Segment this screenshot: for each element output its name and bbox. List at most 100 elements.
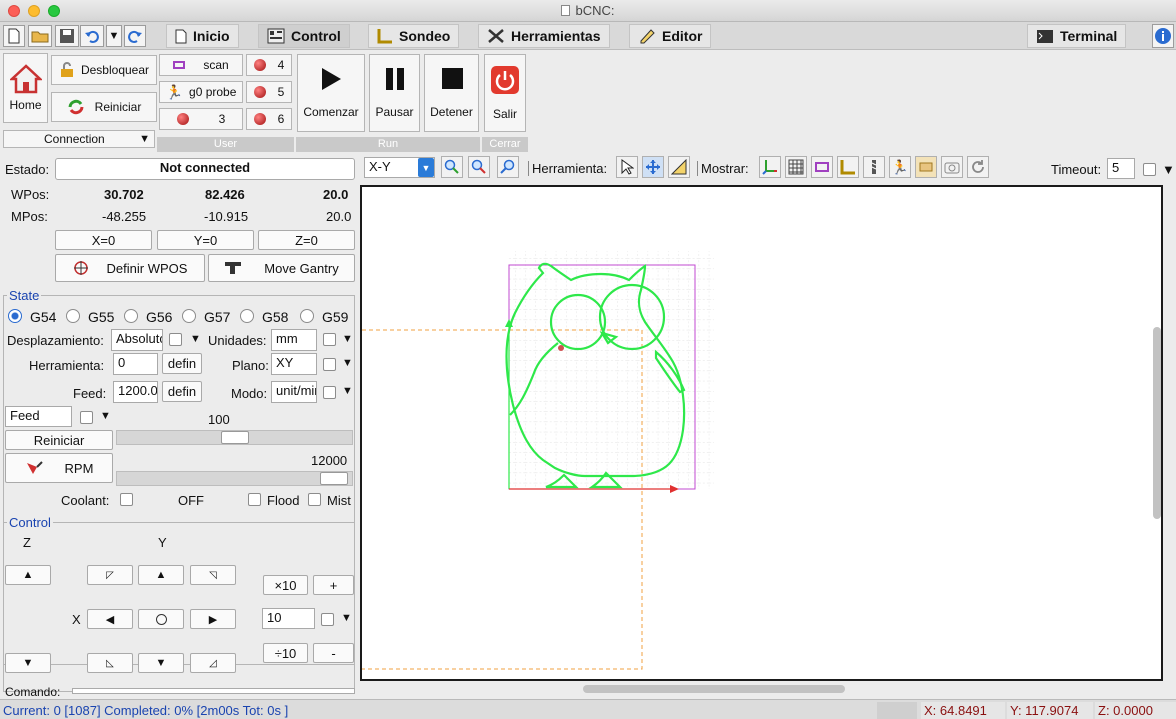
jog-up-left-button[interactable]: ◸ bbox=[87, 565, 133, 585]
unlock-button[interactable]: Desbloquear bbox=[51, 55, 157, 85]
radio-g56[interactable] bbox=[124, 309, 138, 323]
coolant-checkbox[interactable] bbox=[120, 493, 133, 506]
timeout-checkbox[interactable] bbox=[1143, 163, 1156, 176]
undo-history-dropdown[interactable]: ▼ bbox=[106, 25, 122, 47]
redo-button[interactable] bbox=[124, 25, 146, 47]
plano-checkbox[interactable] bbox=[323, 358, 336, 371]
step-checkbox[interactable] bbox=[321, 613, 334, 626]
rpm-button[interactable]: RPM bbox=[5, 453, 113, 483]
jog-x-right-button[interactable]: ▶ bbox=[190, 609, 236, 629]
chevron-down-icon[interactable]: ▼ bbox=[342, 333, 353, 345]
horizontal-scrollbar[interactable] bbox=[583, 685, 845, 693]
define-tool-button[interactable]: defin bbox=[162, 353, 202, 374]
camera-button[interactable] bbox=[941, 156, 963, 178]
step-div10-button[interactable]: ÷10 bbox=[263, 643, 308, 663]
override-slider[interactable] bbox=[116, 430, 353, 445]
pan-tool-button[interactable] bbox=[642, 156, 664, 178]
radio-g55[interactable] bbox=[66, 309, 80, 323]
override-reset-button[interactable]: Reiniciar bbox=[5, 430, 113, 450]
chevron-down-icon[interactable]: ▼ bbox=[100, 410, 111, 422]
jog-y-up-button[interactable]: ▲ bbox=[138, 565, 184, 585]
show-workarea-button[interactable] bbox=[863, 156, 885, 178]
jog-z-down-button[interactable]: ▼ bbox=[5, 653, 51, 673]
redraw-button[interactable] bbox=[967, 156, 989, 178]
show-probe-button[interactable] bbox=[837, 156, 859, 178]
mist-checkbox[interactable] bbox=[308, 493, 321, 506]
user-button-4[interactable]: 4 bbox=[246, 54, 292, 76]
show-margins-button[interactable] bbox=[811, 156, 833, 178]
user-button-6[interactable]: 6 bbox=[246, 108, 292, 130]
chevron-down-icon[interactable]: ▼ bbox=[1162, 162, 1175, 177]
connection-dropdown[interactable]: Connection ▼ bbox=[3, 130, 155, 148]
define-wpos-button[interactable]: Definir WPOS bbox=[55, 254, 205, 282]
radio-g57[interactable] bbox=[182, 309, 196, 323]
override-type-combo[interactable]: Feed bbox=[5, 406, 72, 427]
view-combo-arrow[interactable]: ▼ bbox=[418, 158, 434, 177]
command-input[interactable] bbox=[72, 688, 355, 694]
zero-z-button[interactable]: Z=0 bbox=[258, 230, 355, 250]
rpm-slider[interactable] bbox=[116, 471, 353, 486]
modo-combo[interactable]: unit/min bbox=[271, 381, 317, 403]
show-rapid-button[interactable]: 🏃 bbox=[889, 156, 911, 178]
tab-herramientas[interactable]: Herramientas bbox=[478, 24, 610, 48]
reset-button[interactable]: Reiniciar bbox=[51, 92, 157, 122]
jog-down-right-button[interactable]: ◿ bbox=[190, 653, 236, 673]
zoom-fit-button[interactable] bbox=[497, 156, 519, 178]
herramienta-input[interactable]: 0 bbox=[113, 353, 158, 375]
unidades-checkbox[interactable] bbox=[323, 333, 336, 346]
desplazamiento-combo[interactable]: Absoluto bbox=[111, 329, 163, 351]
tab-inicio[interactable]: Inicio bbox=[166, 24, 239, 48]
jog-x-left-button[interactable]: ◀ bbox=[87, 609, 133, 629]
zero-x-button[interactable]: X=0 bbox=[55, 230, 152, 250]
exit-button[interactable]: Salir bbox=[484, 54, 526, 132]
jog-home-button[interactable] bbox=[138, 609, 184, 629]
about-button[interactable] bbox=[1152, 24, 1174, 48]
zero-y-button[interactable]: Y=0 bbox=[157, 230, 254, 250]
tab-control[interactable]: Control bbox=[258, 24, 350, 48]
show-grid-button[interactable] bbox=[785, 156, 807, 178]
user-button-5[interactable]: 5 bbox=[246, 81, 292, 103]
show-paths-button[interactable] bbox=[915, 156, 937, 178]
stop-button[interactable]: Detener bbox=[424, 54, 479, 132]
user-button-3[interactable]: 3 bbox=[159, 108, 243, 130]
modo-checkbox[interactable] bbox=[323, 386, 336, 399]
jog-y-down-button[interactable]: ▼ bbox=[138, 653, 184, 673]
step-plus-button[interactable]: + bbox=[313, 575, 354, 595]
select-tool-button[interactable] bbox=[616, 156, 638, 178]
radio-g58[interactable] bbox=[240, 309, 254, 323]
tab-terminal[interactable]: Terminal bbox=[1027, 24, 1127, 48]
flood-checkbox[interactable] bbox=[248, 493, 261, 506]
user-button-scan[interactable]: scan bbox=[159, 54, 243, 76]
vertical-scrollbar[interactable] bbox=[1153, 327, 1161, 519]
move-gantry-button[interactable]: Move Gantry bbox=[208, 254, 355, 282]
open-file-button[interactable] bbox=[28, 25, 52, 47]
override-checkbox[interactable] bbox=[80, 411, 93, 424]
user-button-g0probe[interactable]: 🏃 g0 probe bbox=[159, 81, 243, 103]
chevron-down-icon[interactable]: ▼ bbox=[190, 333, 201, 345]
step-minus-button[interactable]: - bbox=[313, 643, 354, 663]
step-x10-button[interactable]: ×10 bbox=[263, 575, 308, 595]
chevron-down-icon[interactable]: ▼ bbox=[342, 357, 353, 369]
home-button[interactable]: Home bbox=[3, 53, 48, 123]
override-slider-handle[interactable] bbox=[221, 431, 249, 444]
gcode-canvas[interactable] bbox=[360, 185, 1163, 681]
new-file-button[interactable] bbox=[3, 25, 25, 47]
zoom-in-button[interactable] bbox=[441, 156, 463, 178]
plano-combo[interactable]: XY bbox=[271, 353, 317, 375]
undo-button[interactable] bbox=[80, 25, 104, 47]
timeout-input[interactable]: 5 bbox=[1107, 158, 1135, 179]
jog-up-right-button[interactable]: ◹ bbox=[190, 565, 236, 585]
radio-g59[interactable] bbox=[300, 309, 314, 323]
feed-input[interactable]: 1200.0 bbox=[113, 381, 158, 403]
desplazamiento-checkbox[interactable] bbox=[169, 333, 182, 346]
rpm-slider-handle[interactable] bbox=[320, 472, 348, 485]
tab-sondeo[interactable]: Sondeo bbox=[368, 24, 460, 48]
chevron-down-icon[interactable]: ▼ bbox=[341, 612, 352, 624]
ruler-tool-button[interactable] bbox=[668, 156, 690, 178]
radio-g54[interactable] bbox=[8, 309, 22, 323]
start-button[interactable]: Comenzar bbox=[297, 54, 365, 132]
save-button[interactable] bbox=[55, 25, 79, 47]
step-input[interactable]: 10 bbox=[262, 608, 315, 629]
tab-editor[interactable]: Editor bbox=[629, 24, 712, 48]
zoom-out-button[interactable] bbox=[468, 156, 490, 178]
